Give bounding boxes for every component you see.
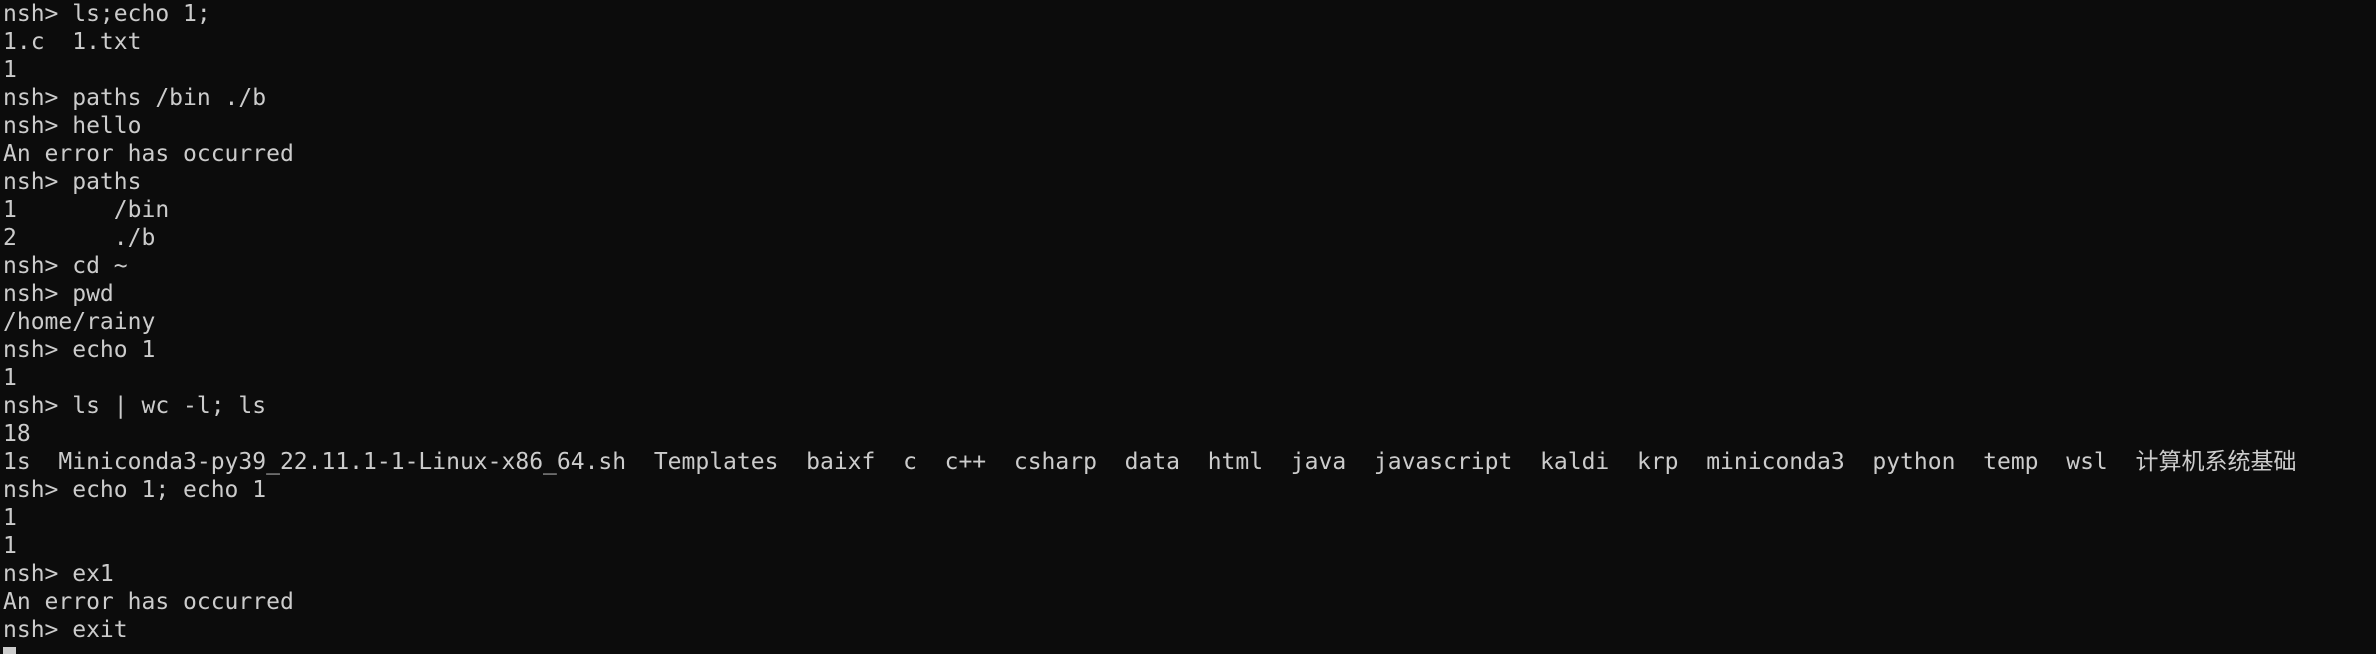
terminal-line: nsh> pwd	[3, 281, 114, 307]
terminal-line: 1s Miniconda3-py39_22.11.1-1-Linux-x86_6…	[3, 449, 2297, 475]
terminal-line: nsh> echo 1	[3, 337, 156, 363]
terminal-line: 2 ./b	[3, 225, 156, 251]
terminal-line: /home/rainy	[3, 309, 156, 335]
terminal-line: nsh> ls | wc -l; ls	[3, 393, 267, 419]
terminal-line: nsh> paths /bin ./b	[3, 85, 267, 111]
terminal-cursor-line	[3, 644, 2373, 654]
terminal-line: An error has occurred	[3, 589, 294, 615]
terminal-line: 1 /bin	[3, 197, 170, 223]
terminal-line: 1.c 1.txt	[3, 29, 142, 55]
terminal-line: 1	[3, 533, 17, 559]
terminal-line: nsh> ex1	[3, 561, 114, 587]
terminal-line: nsh> ls;echo 1;	[3, 1, 211, 27]
terminal-line: nsh> echo 1; echo 1	[3, 477, 267, 503]
terminal-line: 1	[3, 365, 17, 391]
terminal-output[interactable]: nsh> ls;echo 1; 1.c 1.txt 1 nsh> paths /…	[3, 0, 2373, 654]
terminal-line: An error has occurred	[3, 141, 294, 167]
terminal-line: nsh> cd ~	[3, 253, 128, 279]
terminal-line: 1	[3, 505, 17, 531]
text-cursor	[3, 647, 16, 654]
terminal-line: nsh> exit	[3, 617, 128, 643]
terminal-line: nsh> paths	[3, 169, 142, 195]
terminal-line: 1	[3, 57, 17, 83]
terminal-line: 18	[3, 421, 31, 447]
terminal-line: nsh> hello	[3, 113, 142, 139]
